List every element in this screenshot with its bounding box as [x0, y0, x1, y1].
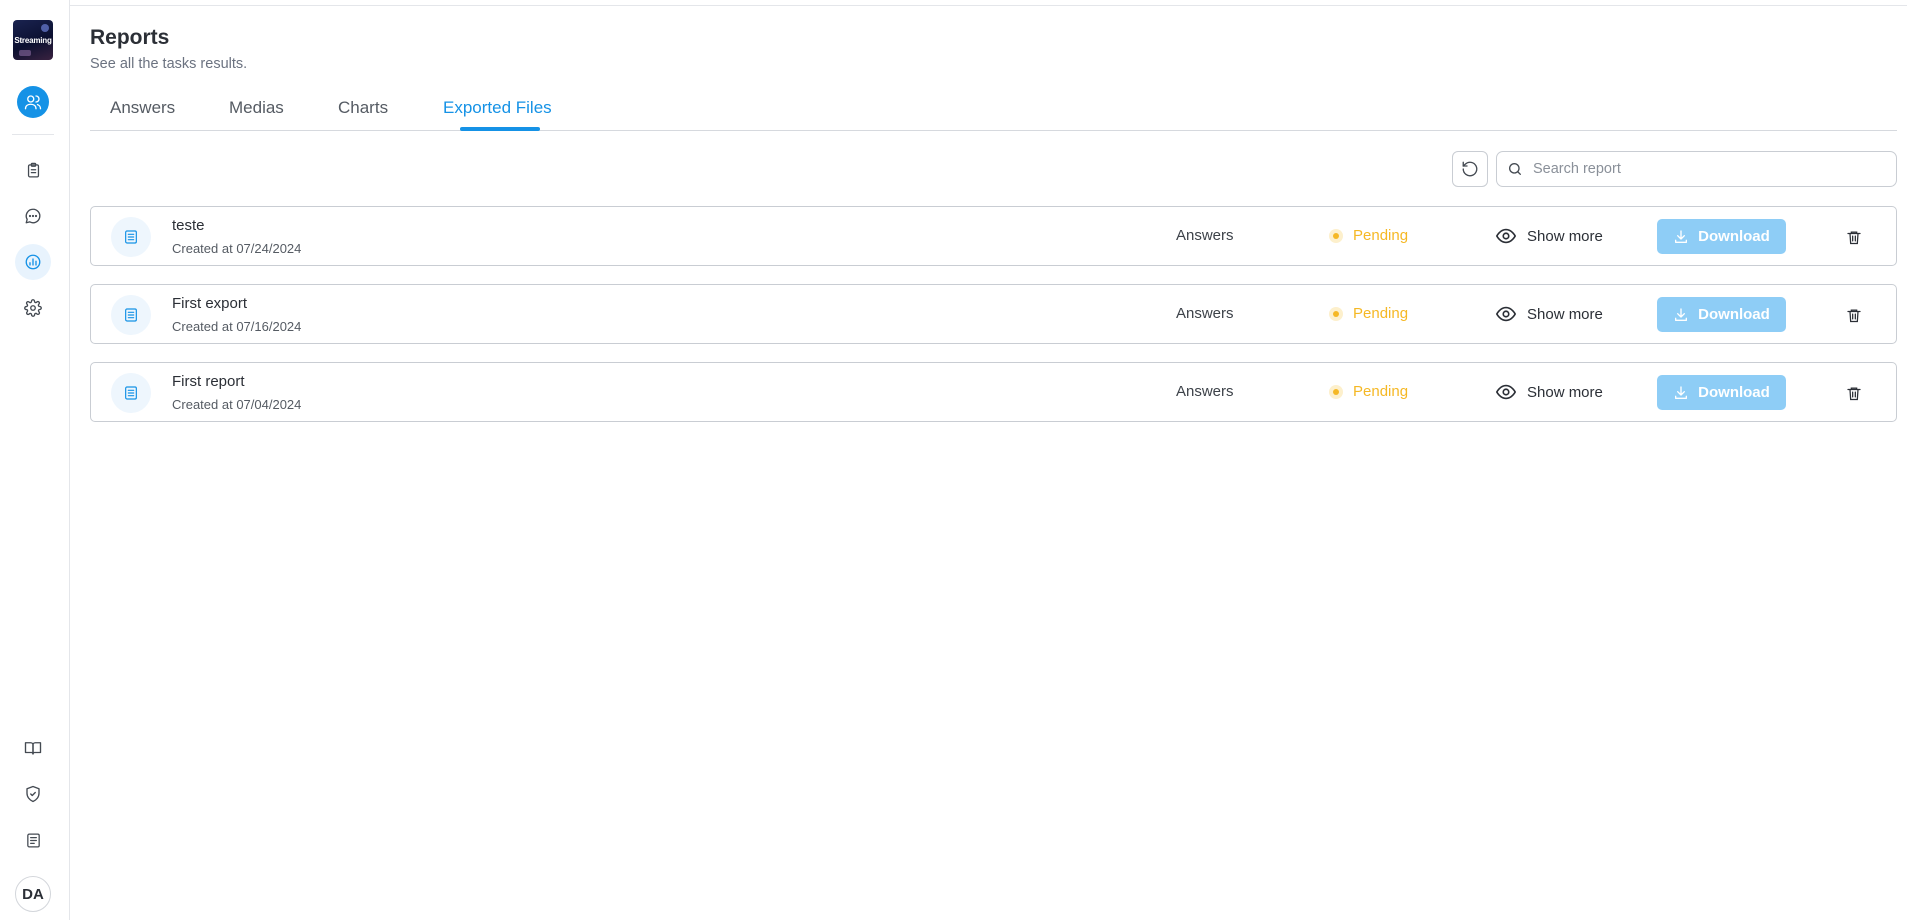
trash-icon	[1847, 387, 1861, 400]
export-type: Answers	[1176, 305, 1234, 322]
logo-text: Streaming	[14, 35, 52, 45]
book-icon	[24, 742, 42, 755]
sidebar-item-terms[interactable]	[15, 822, 51, 858]
eye-icon	[1495, 384, 1517, 400]
delete-button[interactable]	[1843, 226, 1865, 248]
page-subtitle: See all the tasks results.	[90, 56, 248, 72]
list-item: First report Created at 07/04/2024 Answe…	[90, 362, 1897, 422]
status-label: Pending	[1353, 383, 1409, 400]
export-name: First export	[172, 295, 248, 312]
export-created-date: Created at 07/24/2024	[172, 241, 302, 256]
download-label: Download	[1698, 306, 1770, 323]
document-icon	[26, 832, 40, 848]
logo-decoration	[19, 50, 31, 56]
logo-decoration	[41, 24, 49, 32]
show-more-button[interactable]: Show more	[1495, 381, 1603, 403]
list-item: First export Created at 07/16/2024 Answe…	[90, 284, 1897, 344]
sidebar-item-docs[interactable]	[15, 730, 51, 766]
status-dot-icon	[1329, 384, 1343, 399]
download-label: Download	[1698, 228, 1770, 245]
list-item: teste Created at 07/24/2024 Answers Pend…	[90, 206, 1897, 266]
search-icon	[1497, 161, 1533, 177]
users-icon	[24, 95, 42, 110]
tab-exported-files[interactable]: Exported Files	[443, 98, 552, 118]
download-button[interactable]: Download	[1657, 375, 1786, 410]
export-created-date: Created at 07/16/2024	[172, 319, 302, 334]
download-icon	[1675, 307, 1688, 321]
exports-list: teste Created at 07/24/2024 Answers Pend…	[90, 206, 1897, 440]
refresh-button[interactable]	[1452, 151, 1488, 187]
delete-button[interactable]	[1843, 304, 1865, 326]
download-icon	[1675, 385, 1688, 399]
download-icon	[1675, 229, 1688, 243]
export-name: First report	[172, 373, 245, 390]
search-input[interactable]	[1533, 161, 1883, 177]
show-more-button[interactable]: Show more	[1495, 225, 1603, 247]
eye-icon	[1495, 306, 1517, 322]
show-more-label: Show more	[1527, 383, 1603, 401]
trash-icon	[1847, 309, 1861, 322]
status-dot-icon	[1329, 306, 1343, 321]
sidebar-item-reports[interactable]	[15, 244, 51, 280]
chart-icon	[25, 254, 41, 270]
show-more-label: Show more	[1527, 227, 1603, 245]
sidebar-item-messages[interactable]	[15, 198, 51, 234]
export-name: teste	[172, 217, 205, 234]
sidebar-item-tasks[interactable]	[15, 152, 51, 188]
status-badge: Pending	[1329, 227, 1408, 244]
download-button[interactable]: Download	[1657, 219, 1786, 254]
export-type: Answers	[1176, 383, 1234, 400]
status-label: Pending	[1353, 227, 1409, 244]
user-avatar[interactable]: DA	[15, 876, 51, 912]
export-created-date: Created at 07/04/2024	[172, 397, 302, 412]
main-content: Reports See all the tasks results. Answe…	[90, 0, 1897, 920]
file-icon	[111, 295, 151, 335]
show-more-label: Show more	[1527, 305, 1603, 323]
refresh-icon	[1462, 161, 1478, 177]
export-type: Answers	[1176, 227, 1234, 244]
show-more-button[interactable]: Show more	[1495, 303, 1603, 325]
file-icon	[111, 217, 151, 257]
tab-bar: Answers Medias Charts Exported Files	[90, 94, 1897, 131]
sidebar-item-security[interactable]	[15, 776, 51, 812]
download-label: Download	[1698, 384, 1770, 401]
page-title: Reports	[90, 26, 170, 49]
download-button[interactable]: Download	[1657, 297, 1786, 332]
status-dot-icon	[1329, 228, 1343, 243]
sidebar-item-settings[interactable]	[15, 290, 51, 326]
tab-charts[interactable]: Charts	[338, 98, 388, 118]
clipboard-icon	[27, 162, 39, 178]
sidebar: Streaming DA	[0, 0, 70, 920]
status-badge: Pending	[1329, 305, 1408, 322]
shield-check-icon	[26, 785, 40, 803]
eye-icon	[1495, 228, 1517, 244]
sidebar-item-users[interactable]	[17, 86, 49, 118]
sidebar-divider	[12, 134, 54, 135]
search-box	[1496, 151, 1897, 187]
brand-logo[interactable]: Streaming	[13, 20, 53, 60]
trash-icon	[1847, 231, 1861, 244]
tab-answers[interactable]: Answers	[110, 98, 175, 118]
status-label: Pending	[1353, 305, 1409, 322]
chat-icon	[25, 208, 41, 224]
delete-button[interactable]	[1843, 382, 1865, 404]
status-badge: Pending	[1329, 383, 1408, 400]
gear-icon	[24, 299, 42, 317]
file-icon	[111, 373, 151, 413]
tab-medias[interactable]: Medias	[229, 98, 284, 118]
active-tab-indicator	[460, 127, 540, 131]
